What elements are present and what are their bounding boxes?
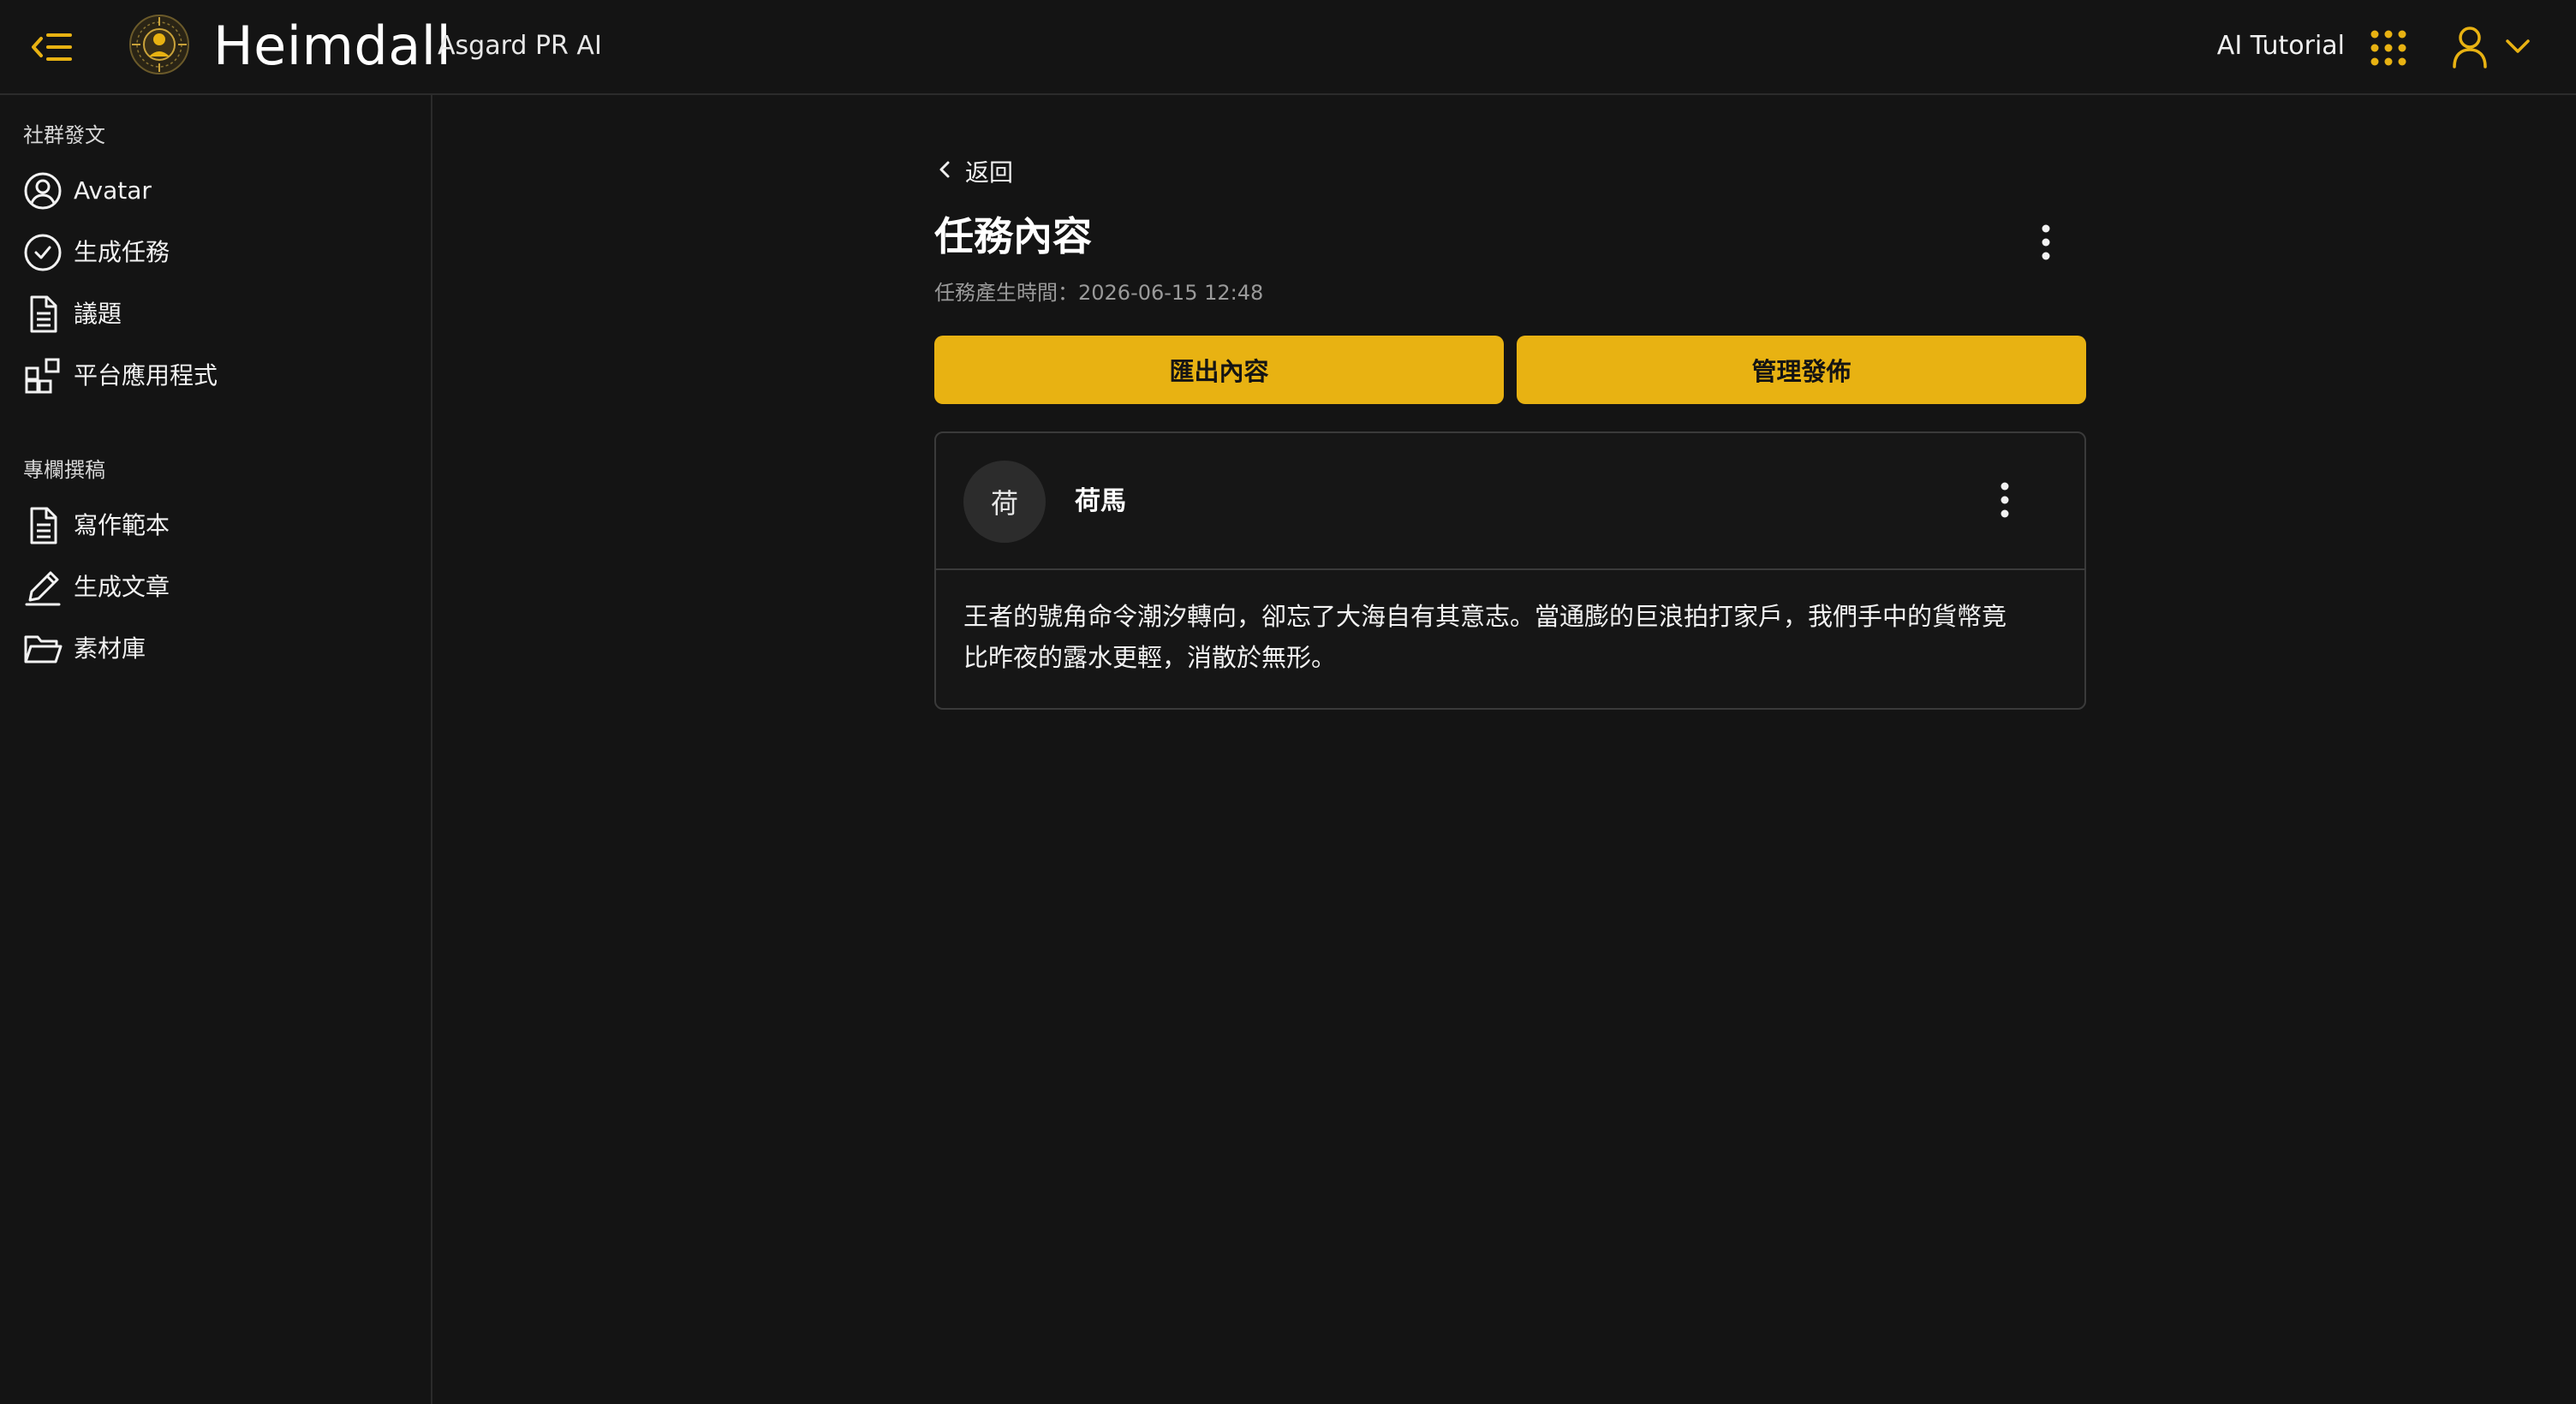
check-circle-icon [12,225,74,280]
sidebar-item-asset-library[interactable]: 素材庫 [12,622,414,676]
sidebar-section-column: 專欄撰稿 [23,458,105,482]
sidebar-item-writing-templates[interactable]: 寫作範本 [12,498,414,553]
sidebar-item-avatar[interactable]: Avatar [12,164,414,218]
document-icon [12,498,74,553]
task-created-time: 任務產生時間：2026-06-15 12:48 [934,281,1264,305]
more-options-icon[interactable] [2029,220,2063,268]
menu-collapse-icon[interactable] [31,28,74,66]
back-label: 返回 [965,158,1014,187]
apps-grid-icon[interactable] [2370,30,2406,66]
back-button[interactable]: 返回 [936,152,1013,190]
sidebar-item-platform-apps[interactable]: 平台應用程式 [12,348,414,403]
brand-subtitle: Asgard PR AI [438,31,602,61]
post-body-line: 王者的號角命令潮汐轉向，卻忘了大海自有其意志。當通膨的巨浪拍打家戶，我們手中的貨… [963,602,2007,631]
sidebar-item-label: 素材庫 [74,634,146,663]
sidebar-item-generate-task[interactable]: 生成任務 [12,225,414,280]
ai-tutorial-link[interactable]: AI Tutorial [2217,29,2345,63]
sidebar-item-generate-article[interactable]: 生成文章 [12,560,414,615]
document-icon [12,287,74,342]
sidebar-item-label: 生成文章 [74,573,170,601]
user-icon [2453,27,2487,68]
post-author: 荷馬 [1075,486,1126,516]
apps-icon [12,348,74,403]
manage-publish-button[interactable]: 管理發佈 [1517,336,2086,404]
avatar: 荷 [963,461,1046,543]
user-menu-button[interactable] [2451,24,2537,70]
sidebar-item-topics[interactable]: 議題 [12,287,414,342]
sidebar-item-label: 寫作範本 [74,511,170,539]
post-body: 王者的號角命令潮汐轉向，卻忘了大海自有其意志。當通膨的巨浪拍打家戶，我們手中的貨… [963,596,2060,678]
sidebar-item-label: Avatar [74,176,152,205]
chevron-left-icon [936,158,953,185]
top-bar: Heimdall Asgard PR AI AI Tutorial [0,0,2576,95]
post-body-line: 比昨夜的露水更輕，消散於無形。 [963,643,1337,672]
user-circle-icon [12,164,74,218]
page-title: 任務內容 [934,213,1092,259]
post-more-options-icon[interactable] [1988,478,2022,526]
heimdall-logo-icon[interactable] [128,14,190,75]
chevron-down-icon [2506,39,2530,53]
pen-icon [12,560,74,615]
sidebar-item-label: 議題 [74,300,122,328]
main-content: 返回 任務內容 任務產生時間：2026-06-15 12:48 匯出內容 管理發… [434,97,2576,1404]
folder-icon [12,622,74,676]
sidebar: 社群發文 Avatar 生成任務 議題 平台應用程式 專欄撰稿 寫作範本 生成文… [0,95,432,1404]
sidebar-item-label: 生成任務 [74,238,170,266]
sidebar-section-social: 社群發文 [23,123,105,147]
brand-name: Heimdall [213,15,452,77]
post-header: 荷 荷馬 [936,433,2084,570]
post-card: 荷 荷馬 王者的號角命令潮汐轉向，卻忘了大海自有其意志。當通膨的巨浪拍打家戶，我… [934,431,2086,710]
export-content-button[interactable]: 匯出內容 [934,336,1504,404]
sidebar-item-label: 平台應用程式 [74,361,218,390]
